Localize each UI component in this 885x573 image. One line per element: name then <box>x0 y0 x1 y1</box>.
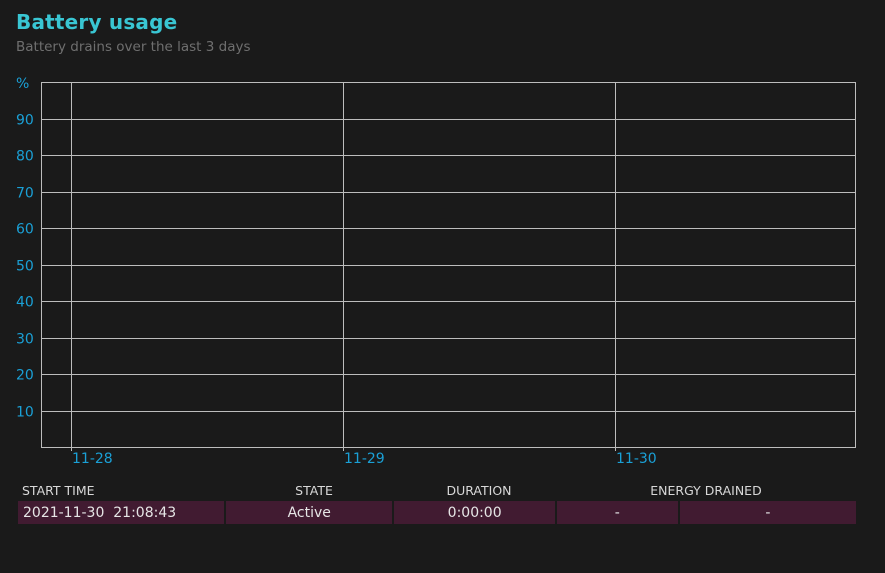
y-tick-label: 30 <box>16 332 34 348</box>
y-tick-label: 60 <box>16 222 34 238</box>
y-tick-label: 50 <box>16 259 34 275</box>
cell-energy-mwh: - <box>679 501 856 524</box>
column-header-energy-drained: ENERGY DRAINED <box>650 482 762 498</box>
column-header-duration: DURATION <box>446 482 512 498</box>
table-header: START TIME STATE DURATION ENERGY DRAINED <box>18 480 856 500</box>
y-tick-label: 10 <box>16 405 34 421</box>
usage-table: START TIME STATE DURATION ENERGY DRAINED… <box>18 480 856 524</box>
battery-usage-chart: 10 20 30 40 50 60 70 80 90% 11-28 11-29 11-30 <box>16 76 856 467</box>
y-tick-label: 70 <box>16 186 34 202</box>
y-axis-unit: % <box>16 76 29 92</box>
cell-start-time: 2021-11-30 21:08:43 <box>18 501 225 524</box>
x-tick-label: 11-29 <box>344 451 385 467</box>
table-row: 2021-11-30 21:08:43 Active 0:00:00 - - <box>18 501 856 524</box>
y-tick-label: 20 <box>16 368 34 384</box>
y-tick-label: 90 <box>16 113 34 129</box>
column-header-start-time: START TIME <box>22 482 95 498</box>
cell-state: Active <box>226 501 393 524</box>
cell-energy-percent: - <box>556 501 678 524</box>
y-tick-label: 80 <box>16 149 34 165</box>
x-tick-label: 11-30 <box>616 451 657 467</box>
x-tick-label: 11-28 <box>72 451 113 467</box>
cell-duration: 0:00:00 <box>394 501 555 524</box>
column-header-state: STATE <box>295 482 333 498</box>
y-tick-label: 40 <box>16 295 34 311</box>
